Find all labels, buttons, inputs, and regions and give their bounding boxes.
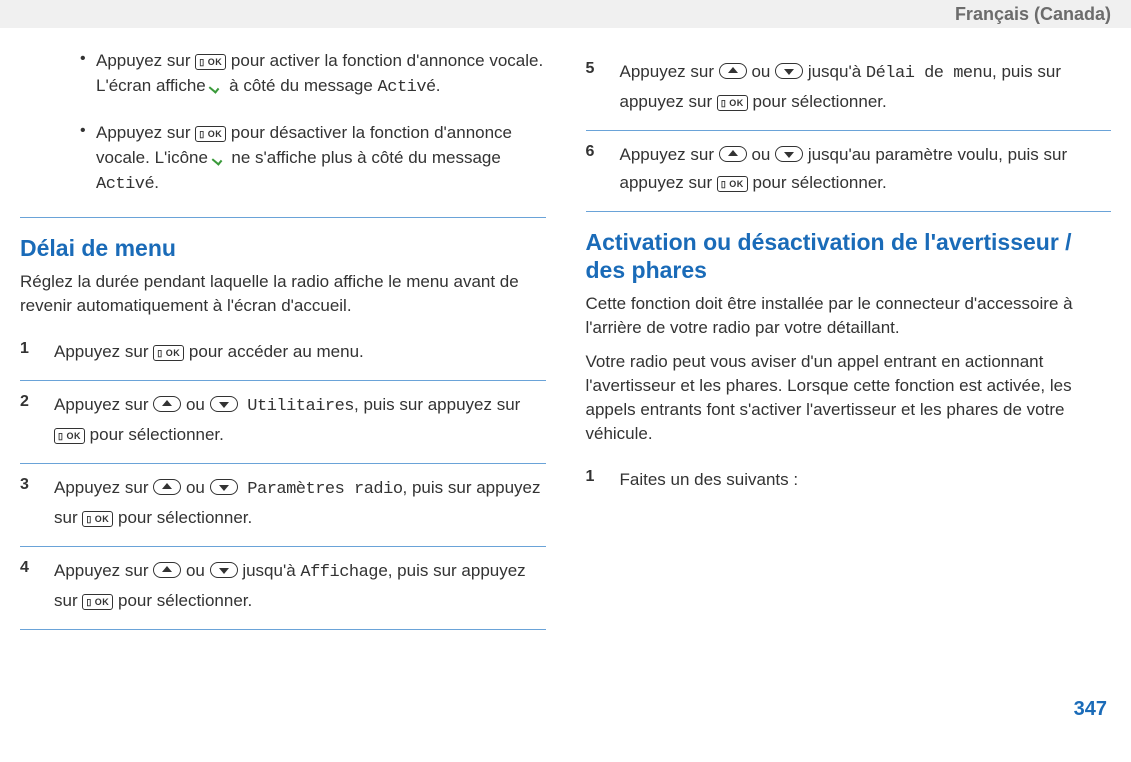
bullet-text: Appuyez sur ▯ OK pour activer la fonctio… — [96, 48, 546, 100]
bullet-item: • Appuyez sur ▯ OK pour activer la fonct… — [80, 48, 546, 100]
step-item: 3 Appuyez sur ou Paramètres radio, puis … — [20, 464, 546, 547]
down-icon — [775, 63, 803, 79]
check-icon — [211, 80, 223, 92]
divider — [20, 217, 546, 218]
ok-icon: ▯ OK — [717, 95, 748, 111]
up-icon — [153, 562, 181, 578]
up-icon — [719, 146, 747, 162]
check-icon — [214, 152, 226, 164]
page-content: • Appuyez sur ▯ OK pour activer la fonct… — [0, 28, 1131, 698]
header-bar: Français (Canada) — [0, 0, 1131, 28]
bullet-marker: • — [80, 48, 96, 100]
step-number: 3 — [20, 474, 54, 532]
ok-icon: ▯ OK — [195, 54, 226, 70]
step-body: Appuyez sur ou jusqu'à Délai de menu, pu… — [620, 58, 1112, 116]
step-item: 2 Appuyez sur ou Utilitaires, puis sur a… — [20, 381, 546, 464]
up-icon — [719, 63, 747, 79]
bullet-marker: • — [80, 120, 96, 197]
section-intro: Réglez la durée pendant laquelle la radi… — [20, 270, 546, 318]
step-item: 1 Appuyez sur ▯ OK pour accéder au menu. — [20, 328, 546, 381]
step-item: 6 Appuyez sur ou jusqu'au paramètre voul… — [586, 131, 1112, 212]
section-p2: Votre radio peut vous aviser d'un appel … — [586, 350, 1112, 446]
step-item: 1 Faites un des suivants : — [586, 456, 1112, 508]
language-label: Français (Canada) — [955, 4, 1111, 25]
page-number: 347 — [0, 698, 1131, 735]
ok-icon: ▯ OK — [82, 511, 113, 527]
step-number: 6 — [586, 141, 620, 197]
bullet-item: • Appuyez sur ▯ OK pour désactiver la fo… — [80, 120, 546, 197]
down-icon — [210, 479, 238, 495]
down-icon — [775, 146, 803, 162]
step-number: 4 — [20, 557, 54, 615]
step-body: Appuyez sur ▯ OK pour accéder au menu. — [54, 338, 546, 366]
step-item: 5 Appuyez sur ou jusqu'à Délai de menu, … — [586, 48, 1112, 131]
step-body: Appuyez sur ou jusqu'au paramètre voulu,… — [620, 141, 1112, 197]
ok-icon: ▯ OK — [54, 428, 85, 444]
step-body: Appuyez sur ou Utilitaires, puis sur app… — [54, 391, 546, 449]
step-body: Appuyez sur ou Paramètres radio, puis su… — [54, 474, 546, 532]
step-item: 4 Appuyez sur ou jusqu'à Affichage, puis… — [20, 547, 546, 630]
down-icon — [210, 562, 238, 578]
up-icon — [153, 396, 181, 412]
ok-icon: ▯ OK — [153, 345, 184, 361]
step-number: 5 — [586, 58, 620, 116]
step-body: Appuyez sur ou jusqu'à Affichage, puis s… — [54, 557, 546, 615]
step-number: 1 — [20, 338, 54, 366]
up-icon — [153, 479, 181, 495]
section-heading-delai: Délai de menu — [20, 234, 546, 262]
ok-icon: ▯ OK — [195, 126, 226, 142]
ok-icon: ▯ OK — [82, 594, 113, 610]
down-icon — [210, 396, 238, 412]
step-number: 1 — [586, 466, 620, 494]
ok-icon: ▯ OK — [717, 176, 748, 192]
step-body: Faites un des suivants : — [620, 466, 1112, 494]
section-p1: Cette fonction doit être installée par l… — [586, 292, 1112, 340]
step-number: 2 — [20, 391, 54, 449]
section-heading-horn: Activation ou désactivation de l'avertis… — [586, 228, 1112, 284]
bullet-text: Appuyez sur ▯ OK pour désactiver la fonc… — [96, 120, 546, 197]
